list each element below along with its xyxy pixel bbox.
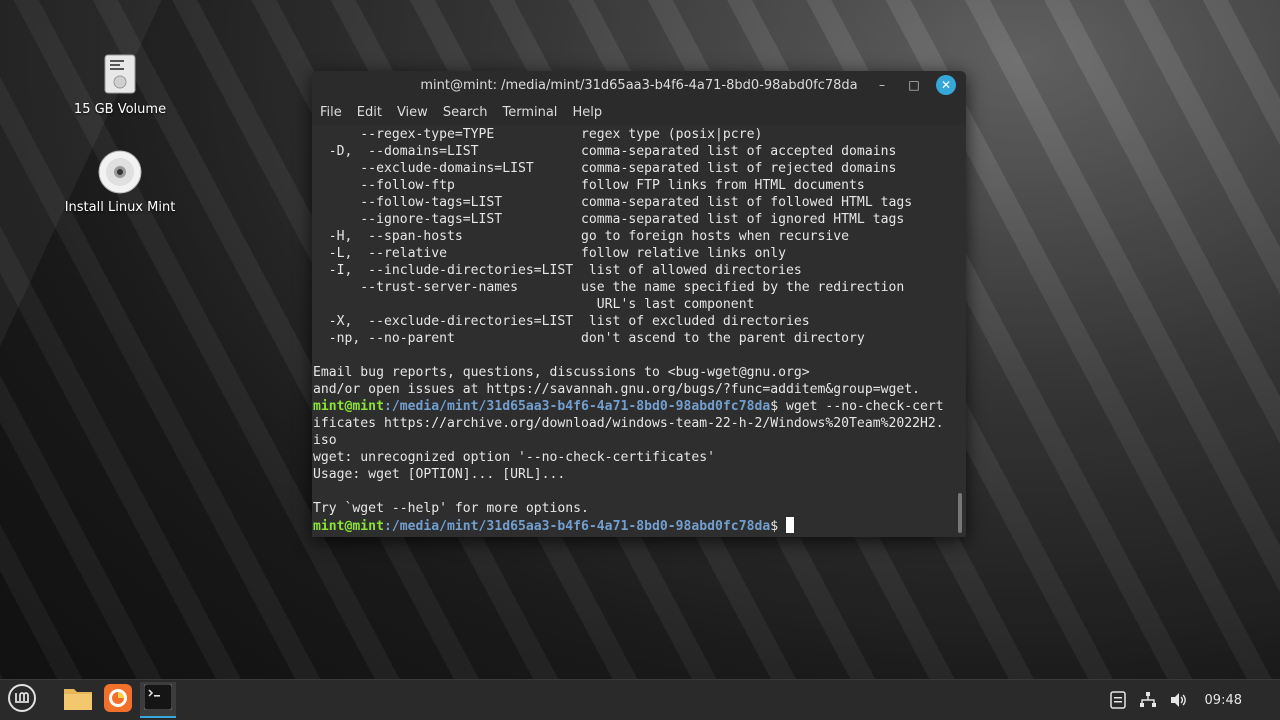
terminal-line: --follow-ftp follow FTP links from HTML … <box>313 178 865 193</box>
terminal-line: --follow-tags=LIST comma-separated list … <box>313 195 913 210</box>
minimize-icon: – <box>879 78 885 92</box>
firefox-launcher[interactable] <box>100 682 136 718</box>
maximize-button[interactable]: □ <box>904 75 924 95</box>
menu-terminal[interactable]: Terminal <box>502 105 565 120</box>
close-icon: ✕ <box>940 78 952 92</box>
taskbar: 09:48 <box>0 679 1280 720</box>
terminal-line: -X, --exclude-directories=LIST list of e… <box>313 314 810 329</box>
terminal-line: -I, --include-directories=LIST list of a… <box>313 263 802 278</box>
drive-icon <box>98 52 142 96</box>
prompt-path: :/media/mint/31d65aa3-b4f6-4a71-8bd0-98a… <box>383 519 771 534</box>
start-menu-button[interactable] <box>4 682 40 718</box>
prompt-symbol: $ <box>770 399 787 414</box>
scrollbar-thumb[interactable] <box>958 493 962 533</box>
mint-menu-icon <box>7 683 37 717</box>
desktop-icon-label: Install Linux Mint <box>64 200 176 215</box>
active-prompt-line: mint@mint:/media/mint/31d65aa3-b4f6-4a71… <box>313 517 966 534</box>
command-continuation: iso <box>313 433 337 448</box>
menu-edit[interactable]: Edit <box>357 105 390 120</box>
terminal-icon <box>143 683 173 714</box>
output-line: wget: unrecognized option '--no-check-ce… <box>313 450 716 465</box>
terminal-taskbar-button[interactable] <box>140 682 176 718</box>
terminal-line: URL's last component <box>313 297 755 312</box>
menu-search[interactable]: Search <box>443 105 496 120</box>
terminal-line: --trust-server-names use the name specif… <box>313 280 905 295</box>
output-line: Try `wget --help' for more options. <box>313 501 589 516</box>
maximize-icon: □ <box>908 78 920 92</box>
desktop-icon-label: 15 GB Volume <box>73 102 167 117</box>
notes-icon[interactable] <box>1109 691 1127 709</box>
terminal-line: --exclude-domains=LIST comma-separated l… <box>313 161 897 176</box>
prompt-path: :/media/mint/31d65aa3-b4f6-4a71-8bd0-98a… <box>383 399 771 414</box>
terminal-line: -np, --no-parent don't ascend to the par… <box>313 331 865 346</box>
volume-icon[interactable] <box>1169 691 1187 709</box>
prompt-symbol: $ <box>770 519 787 534</box>
minimize-button[interactable]: – <box>872 75 892 95</box>
terminal-line: --ignore-tags=LIST comma-separated list … <box>313 212 905 227</box>
close-button[interactable]: ✕ <box>936 75 956 95</box>
menu-help[interactable]: Help <box>572 105 610 120</box>
text-cursor <box>786 517 795 533</box>
titlebar[interactable]: mint@mint: /media/mint/31d65aa3-b4f6-4a7… <box>312 71 966 99</box>
command-text: wget --no-check-cert <box>786 399 944 414</box>
window-title: mint@mint: /media/mint/31d65aa3-b4f6-4a7… <box>420 77 858 93</box>
desktop-icon-volume[interactable]: 15 GB Volume <box>60 52 180 117</box>
output-line: Usage: wget [OPTION]... [URL]... <box>313 467 566 482</box>
command-line: mint@mint:/media/mint/31d65aa3-b4f6-4a71… <box>313 398 966 415</box>
terminal-line: -H, --span-hosts go to foreign hosts whe… <box>313 229 850 244</box>
menu-view[interactable]: View <box>397 105 436 120</box>
terminal-line: Email bug reports, questions, discussion… <box>313 365 810 380</box>
terminal-window[interactable]: mint@mint: /media/mint/31d65aa3-b4f6-4a7… <box>312 71 966 537</box>
menubar: File Edit View Search Terminal Help <box>312 99 966 125</box>
command-continuation: ificates https://archive.org/download/wi… <box>313 416 944 431</box>
terminal-line: --regex-type=TYPE regex type (posix|pcre… <box>313 127 763 142</box>
network-icon[interactable] <box>1139 691 1157 709</box>
clock[interactable]: 09:48 <box>1205 693 1242 708</box>
terminal-line: and/or open issues at https://savannah.g… <box>313 382 920 397</box>
prompt-user: mint@mint <box>313 399 384 414</box>
prompt-user: mint@mint <box>313 519 384 534</box>
terminal-output[interactable]: --regex-type=TYPE regex type (posix|pcre… <box>312 125 966 537</box>
system-tray: 09:48 <box>1109 680 1270 720</box>
desktop-icon-install[interactable]: Install Linux Mint <box>60 150 180 215</box>
disc-icon <box>98 150 142 194</box>
files-icon <box>63 685 93 715</box>
terminal-line: -L, --relative follow relative links onl… <box>313 246 786 261</box>
terminal-line: -D, --domains=LIST comma-separated list … <box>313 144 897 159</box>
menu-file[interactable]: File <box>320 105 350 120</box>
files-launcher[interactable] <box>60 682 96 718</box>
firefox-icon <box>104 684 132 716</box>
window-controls: – □ ✕ <box>872 75 956 95</box>
